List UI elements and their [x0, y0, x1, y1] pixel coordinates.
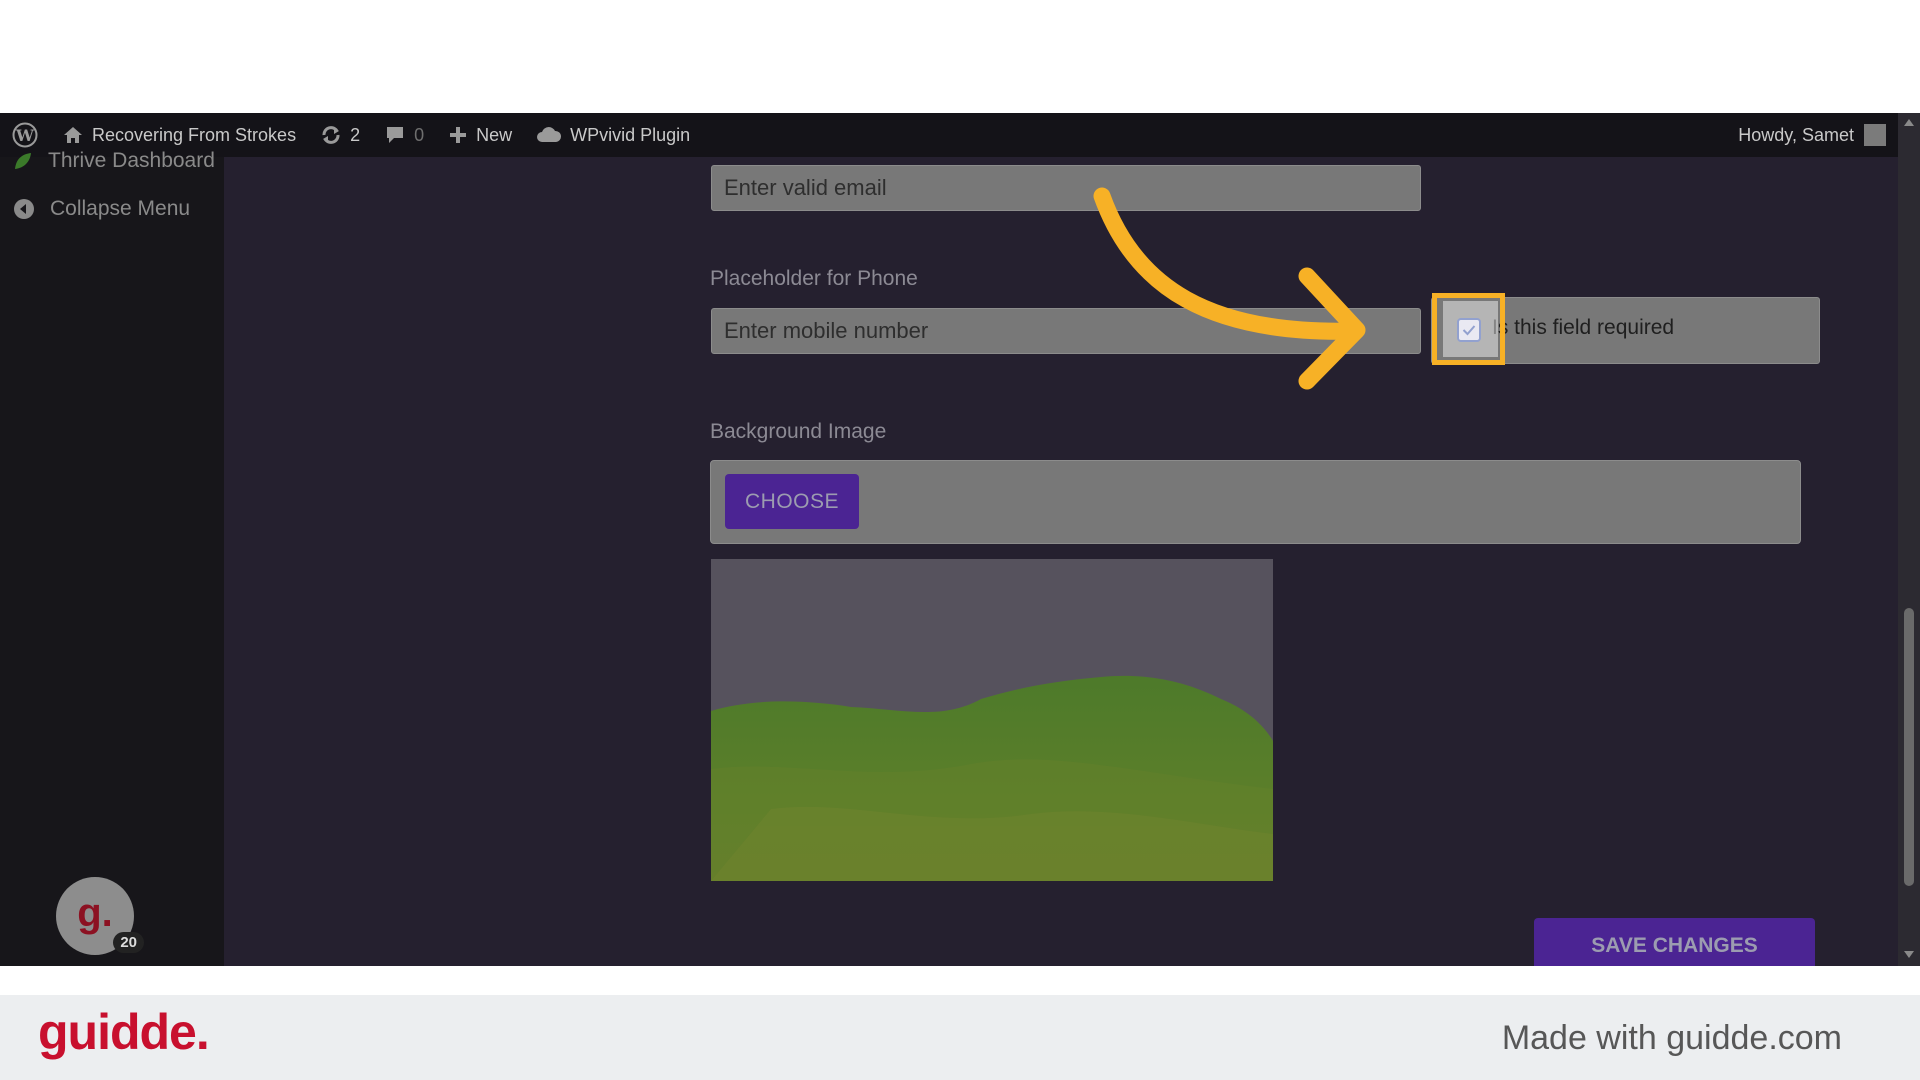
leaf-icon — [15, 153, 31, 169]
made-with-text: Made with guidde.com — [1501, 1019, 1842, 1057]
phone-placeholder-label: Placeholder for Phone — [710, 267, 918, 290]
guidde-badge[interactable]: g. 20 — [56, 877, 144, 955]
wpvivid-plugin-link[interactable]: WPvivid Plugin — [524, 113, 702, 157]
comments-link[interactable]: 0 — [372, 113, 436, 157]
site-name-label: Recovering From Strokes — [92, 124, 297, 145]
account-menu[interactable]: Howdy, Samet — [1738, 113, 1886, 157]
click-highlight-box — [1432, 293, 1505, 365]
guidde-badge-count: 20 — [113, 932, 144, 953]
collapse-menu-button[interactable]: Collapse Menu — [12, 197, 190, 221]
screenshot-frame: W Recovering From Strokes 2 0 New WPvivi… — [0, 113, 1920, 966]
wordpress-icon: W — [12, 122, 38, 148]
background-image-preview — [711, 559, 1273, 881]
background-image-uploader: CHOOSE — [710, 460, 1801, 544]
scroll-down-arrow-icon[interactable] — [1904, 951, 1914, 958]
svg-text:W: W — [15, 126, 35, 145]
page-scrollbar[interactable] — [1898, 113, 1920, 966]
top-margin — [0, 0, 1920, 113]
guidde-logo: guidde. — [38, 1004, 210, 1060]
scrollbar-thumb[interactable] — [1904, 608, 1914, 886]
plus-icon — [450, 127, 467, 143]
required-label: Is this field required — [1492, 316, 1675, 339]
updates-link[interactable]: 2 — [308, 113, 372, 157]
greeting-label: Howdy, Samet — [1738, 124, 1854, 145]
save-changes-button[interactable]: SAVE CHANGES — [1534, 918, 1815, 966]
sidebar-item-label: Thrive Dashboard — [48, 149, 215, 172]
collapse-label: Collapse Menu — [50, 197, 191, 220]
scroll-up-arrow-icon[interactable] — [1904, 119, 1914, 126]
comments-count: 0 — [414, 124, 425, 145]
sidebar-item-thrive-dashboard[interactable]: Thrive Dashboard — [12, 149, 215, 173]
footer-bar: guidde. Made with guidde.com — [0, 995, 1920, 1080]
plugin-label: WPvivid Plugin — [570, 124, 691, 145]
phone-placeholder-field[interactable]: Enter mobile number — [711, 308, 1421, 354]
wp-admin-bar: W Recovering From Strokes 2 0 New WPvivi… — [0, 113, 1898, 157]
admin-sidebar: Thrive Dashboard Collapse Menu g. 20 — [0, 149, 224, 966]
comment-icon — [387, 127, 404, 143]
new-label: New — [476, 124, 513, 145]
collapse-icon — [14, 199, 34, 219]
new-content-link[interactable]: New — [436, 113, 524, 157]
phone-placeholder-value: Enter mobile number — [724, 318, 929, 343]
updates-count: 2 — [350, 124, 361, 145]
email-placeholder-value: Enter valid email — [724, 175, 887, 200]
cloud-icon — [537, 127, 562, 142]
background-image-label: Background Image — [710, 420, 887, 443]
email-placeholder-field[interactable]: Enter valid email — [711, 165, 1421, 211]
refresh-icon — [322, 126, 340, 144]
avatar — [1864, 124, 1886, 146]
guidde-badge-letter: g. — [77, 891, 113, 935]
home-icon — [64, 127, 82, 143]
choose-image-button[interactable]: CHOOSE — [725, 474, 859, 529]
landscape-image — [711, 559, 1273, 881]
